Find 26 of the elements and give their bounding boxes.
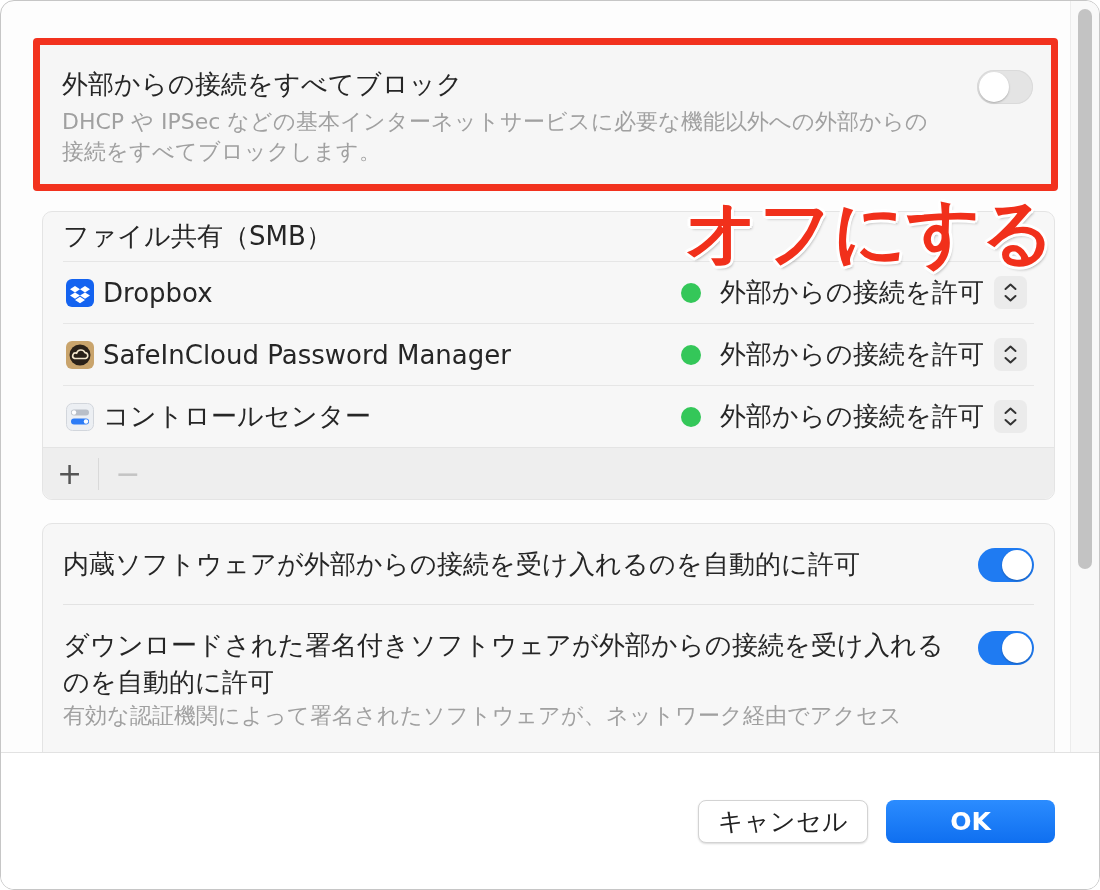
app-name: SafeInCloud Password Manager (103, 339, 511, 370)
scrollbar-thumb[interactable] (1078, 9, 1092, 569)
popup-button[interactable]: 外部からの接続を許可 (720, 275, 1027, 310)
toggle-switch[interactable] (978, 631, 1034, 665)
setting-label: 内蔵ソフトウェアが外部からの接続を受け入れるのを自動的に許可 (63, 548, 860, 581)
setting-label: ダウンロードされた署名付きソフトウェアが外部からの接続を受け入れるのを自動的に許可 (63, 629, 945, 699)
chevron-updown-icon (994, 276, 1027, 309)
cloud-app-icon (66, 340, 94, 369)
add-button[interactable]: + (53, 456, 87, 491)
chevron-updown-icon (994, 338, 1027, 371)
cancel-button[interactable]: キャンセル (698, 799, 868, 843)
popup-button[interactable]: 外部からの接続を許可 (720, 337, 1027, 372)
popup-button[interactable]: 外部からの接続を許可 (720, 399, 1027, 434)
setting-title: 外部からの接続をすべてブロック (62, 68, 464, 101)
app-name: Dropbox (103, 277, 213, 308)
setting-description: DHCP や IPSec などの基本インターネットサービスに必要な機能以外への外部からの接続をすべてブロックします。 (62, 108, 930, 166)
setting-description: 有効な認証機関によって署名されたソフトウェアが、ネットワーク経由でアクセス (63, 702, 903, 730)
box-app-icon (66, 278, 94, 307)
ok-button[interactable]: OK (886, 799, 1055, 843)
toggle-switch[interactable] (977, 70, 1033, 104)
toggle-switch[interactable] (978, 548, 1034, 582)
service-name: ファイル共有（SMB） (63, 220, 332, 253)
toggles-app-icon (66, 402, 94, 431)
annotation-label: オフにする (684, 190, 1056, 271)
chevron-updown-icon (994, 400, 1027, 433)
app-name: コントロールセンター (103, 400, 371, 433)
